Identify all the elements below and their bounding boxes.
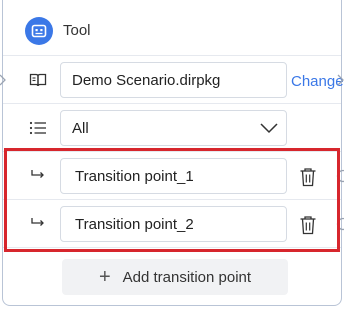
filter-value: All [72,119,89,137]
transition-point-input[interactable]: Transition point_1 [60,158,287,194]
trash-icon[interactable] [299,167,317,187]
transition-arrow-icon [28,214,48,234]
add-transition-point-button[interactable]: + Add transition point [62,259,288,295]
robot-icon [25,17,53,45]
more-options-icon[interactable] [336,217,344,231]
transition-point-name: Transition point_2 [75,215,194,233]
tool-title: Tool [63,22,91,39]
scenario-row: Demo Scenario.dirpkg Change [0,56,344,104]
transition-arrow-icon [28,166,48,186]
right-edge-arrow-icon [337,74,344,86]
filter-row: All [3,104,341,152]
add-transition-point-label: Add transition point [122,268,252,286]
transition-point-input[interactable]: Transition point_2 [60,206,287,242]
list-icon [28,118,48,138]
more-options-icon[interactable] [336,169,344,183]
filter-select[interactable]: All [60,110,287,146]
plus-icon: + [98,266,111,288]
transition-row: Transition point_2 [3,200,344,248]
left-edge-arrow-icon [0,74,6,86]
transition-point-name: Transition point_1 [75,167,194,185]
tool-panel: Tool Demo Scenario.dirpkg Change All Tra… [0,0,344,306]
trash-icon[interactable] [299,215,317,235]
book-icon [28,70,48,90]
transition-row: Transition point_1 [3,152,344,200]
chevron-down-icon [260,123,278,134]
change-button[interactable]: Change [291,73,344,90]
scenario-file-field[interactable]: Demo Scenario.dirpkg [60,62,287,98]
tool-header: Tool [3,0,341,56]
scenario-file-name: Demo Scenario.dirpkg [72,71,221,89]
